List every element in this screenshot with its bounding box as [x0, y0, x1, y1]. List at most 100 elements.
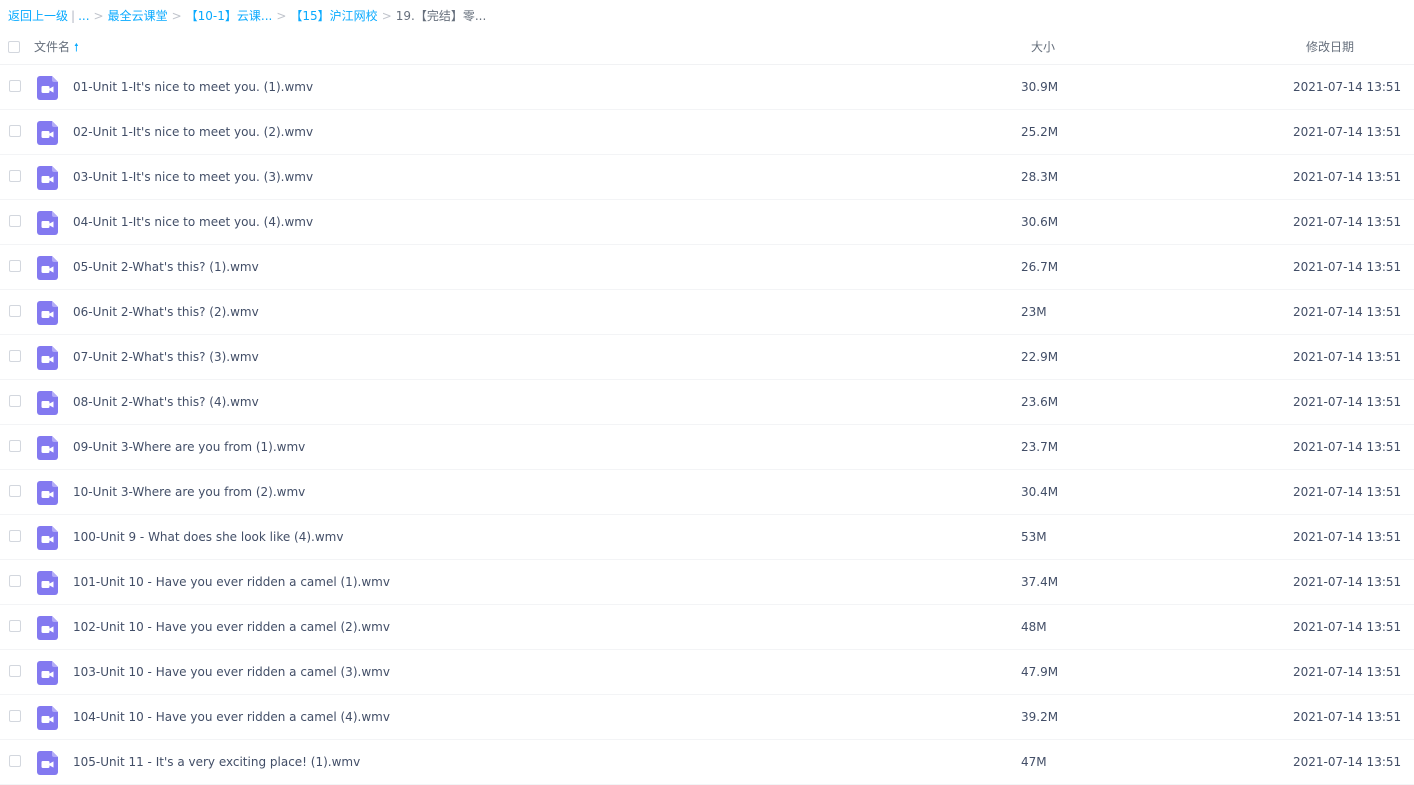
- file-row[interactable]: 04-Unit 1-It's nice to meet you. (4).wmv…: [0, 200, 1414, 245]
- row-checkbox[interactable]: [9, 170, 21, 182]
- file-row[interactable]: 102-Unit 10 - Have you ever ridden a cam…: [0, 605, 1414, 650]
- file-row[interactable]: 10-Unit 3-Where are you from (2).wmv 30.…: [0, 470, 1414, 515]
- column-header-date[interactable]: 修改日期: [1306, 39, 1354, 55]
- file-list: 01-Unit 1-It's nice to meet you. (1).wmv…: [0, 65, 1414, 785]
- video-file-icon: [37, 211, 58, 235]
- file-name[interactable]: 06-Unit 2-What's this? (2).wmv: [73, 304, 259, 320]
- row-checkbox[interactable]: [9, 575, 21, 587]
- video-file-icon: [37, 571, 58, 595]
- file-modified-date: 2021-07-14 13:51: [1293, 620, 1402, 634]
- breadcrumb-separator: >: [93, 9, 104, 23]
- file-size: 39.2M: [1021, 710, 1059, 724]
- file-row[interactable]: 104-Unit 10 - Have you ever ridden a cam…: [0, 695, 1414, 740]
- file-name[interactable]: 04-Unit 1-It's nice to meet you. (4).wmv: [73, 214, 313, 230]
- file-modified-date: 2021-07-14 13:51: [1293, 575, 1402, 589]
- file-size: 53M: [1021, 530, 1047, 544]
- file-row[interactable]: 08-Unit 2-What's this? (4).wmv 23.6M 202…: [0, 380, 1414, 425]
- row-checkbox[interactable]: [9, 440, 21, 452]
- row-checkbox[interactable]: [9, 665, 21, 677]
- arrow-up-icon[interactable]: 🠕: [74, 40, 79, 56]
- file-name[interactable]: 103-Unit 10 - Have you ever ridden a cam…: [73, 664, 390, 680]
- breadcrumb-ellipsis[interactable]: ...: [78, 9, 89, 23]
- row-checkbox[interactable]: [9, 350, 21, 362]
- file-size: 23.6M: [1021, 395, 1059, 409]
- column-header-name[interactable]: 文件名 🠕: [34, 39, 79, 56]
- file-row[interactable]: 101-Unit 10 - Have you ever ridden a cam…: [0, 560, 1414, 605]
- breadcrumb-item-3[interactable]: 【15】沪江网校: [290, 9, 377, 23]
- breadcrumb-separator: >: [276, 9, 287, 23]
- file-modified-date: 2021-07-14 13:51: [1293, 395, 1402, 409]
- file-name[interactable]: 05-Unit 2-What's this? (1).wmv: [73, 259, 259, 275]
- file-size: 47.9M: [1021, 665, 1059, 679]
- file-row[interactable]: 100-Unit 9 - What does she look like (4)…: [0, 515, 1414, 560]
- video-file-icon: [37, 661, 58, 685]
- row-checkbox[interactable]: [9, 215, 21, 227]
- video-file-icon: [37, 391, 58, 415]
- row-checkbox[interactable]: [9, 260, 21, 272]
- file-row[interactable]: 06-Unit 2-What's this? (2).wmv 23M 2021-…: [0, 290, 1414, 335]
- file-size: 30.6M: [1021, 215, 1059, 229]
- file-modified-date: 2021-07-14 13:51: [1293, 485, 1402, 499]
- file-modified-date: 2021-07-14 13:51: [1293, 215, 1402, 229]
- file-name[interactable]: 03-Unit 1-It's nice to meet you. (3).wmv: [73, 169, 313, 185]
- file-size: 48M: [1021, 620, 1047, 634]
- row-checkbox[interactable]: [9, 755, 21, 767]
- video-file-icon: [37, 616, 58, 640]
- video-file-icon: [37, 121, 58, 145]
- row-checkbox[interactable]: [9, 530, 21, 542]
- row-checkbox[interactable]: [9, 485, 21, 497]
- breadcrumb-separator: >: [171, 9, 182, 23]
- file-row[interactable]: 09-Unit 3-Where are you from (1).wmv 23.…: [0, 425, 1414, 470]
- file-modified-date: 2021-07-14 13:51: [1293, 260, 1402, 274]
- row-checkbox[interactable]: [9, 710, 21, 722]
- file-name[interactable]: 100-Unit 9 - What does she look like (4)…: [73, 529, 343, 545]
- file-size: 22.9M: [1021, 350, 1059, 364]
- file-size: 23.7M: [1021, 440, 1059, 454]
- file-modified-date: 2021-07-14 13:51: [1293, 305, 1402, 319]
- file-name[interactable]: 02-Unit 1-It's nice to meet you. (2).wmv: [73, 124, 313, 140]
- row-checkbox[interactable]: [9, 80, 21, 92]
- row-checkbox[interactable]: [9, 395, 21, 407]
- file-name[interactable]: 104-Unit 10 - Have you ever ridden a cam…: [73, 709, 390, 725]
- row-checkbox[interactable]: [9, 620, 21, 632]
- file-name[interactable]: 101-Unit 10 - Have you ever ridden a cam…: [73, 574, 390, 590]
- file-row[interactable]: 01-Unit 1-It's nice to meet you. (1).wmv…: [0, 65, 1414, 110]
- video-file-icon: [37, 706, 58, 730]
- file-name[interactable]: 08-Unit 2-What's this? (4).wmv: [73, 394, 259, 410]
- file-modified-date: 2021-07-14 13:51: [1293, 80, 1402, 94]
- file-name[interactable]: 07-Unit 2-What's this? (3).wmv: [73, 349, 259, 365]
- file-name[interactable]: 102-Unit 10 - Have you ever ridden a cam…: [73, 619, 390, 635]
- back-link[interactable]: 返回上一级: [8, 9, 68, 23]
- file-modified-date: 2021-07-14 13:51: [1293, 440, 1402, 454]
- file-row[interactable]: 05-Unit 2-What's this? (1).wmv 26.7M 202…: [0, 245, 1414, 290]
- video-file-icon: [37, 436, 58, 460]
- file-modified-date: 2021-07-14 13:51: [1293, 170, 1402, 184]
- column-header-name-label: 文件名: [34, 40, 71, 54]
- select-all-checkbox[interactable]: [8, 41, 20, 53]
- file-name[interactable]: 105-Unit 11 - It's a very exciting place…: [73, 754, 360, 770]
- row-checkbox[interactable]: [9, 305, 21, 317]
- breadcrumb: 返回上一级 |... > 最全云课堂 > 【10-1】云课... > 【15】沪江网校 >19.…: [8, 6, 486, 26]
- file-name[interactable]: 09-Unit 3-Where are you from (1).wmv: [73, 439, 305, 455]
- file-size: 37.4M: [1021, 575, 1059, 589]
- breadcrumb-item-2[interactable]: 【10-1】云课...: [186, 9, 273, 23]
- file-modified-date: 2021-07-14 13:51: [1293, 665, 1402, 679]
- file-list-header: 文件名 🠕 大小 修改日期: [0, 30, 1414, 65]
- row-checkbox[interactable]: [9, 125, 21, 137]
- file-size: 47M: [1021, 755, 1047, 769]
- file-row[interactable]: 103-Unit 10 - Have you ever ridden a cam…: [0, 650, 1414, 695]
- breadcrumb-current: 19.【完结】零...: [395, 9, 487, 23]
- file-row[interactable]: 105-Unit 11 - It's a very exciting place…: [0, 740, 1414, 785]
- file-name[interactable]: 01-Unit 1-It's nice to meet you. (1).wmv: [73, 79, 313, 95]
- file-name[interactable]: 10-Unit 3-Where are you from (2).wmv: [73, 484, 305, 500]
- file-modified-date: 2021-07-14 13:51: [1293, 350, 1402, 364]
- file-size: 26.7M: [1021, 260, 1059, 274]
- file-row[interactable]: 03-Unit 1-It's nice to meet you. (3).wmv…: [0, 155, 1414, 200]
- file-row[interactable]: 02-Unit 1-It's nice to meet you. (2).wmv…: [0, 110, 1414, 155]
- file-modified-date: 2021-07-14 13:51: [1293, 125, 1402, 139]
- file-size: 25.2M: [1021, 125, 1059, 139]
- breadcrumb-item-1[interactable]: 最全云课堂: [108, 9, 168, 23]
- file-row[interactable]: 07-Unit 2-What's this? (3).wmv 22.9M 202…: [0, 335, 1414, 380]
- column-header-size[interactable]: 大小: [1031, 39, 1055, 55]
- video-file-icon: [37, 166, 58, 190]
